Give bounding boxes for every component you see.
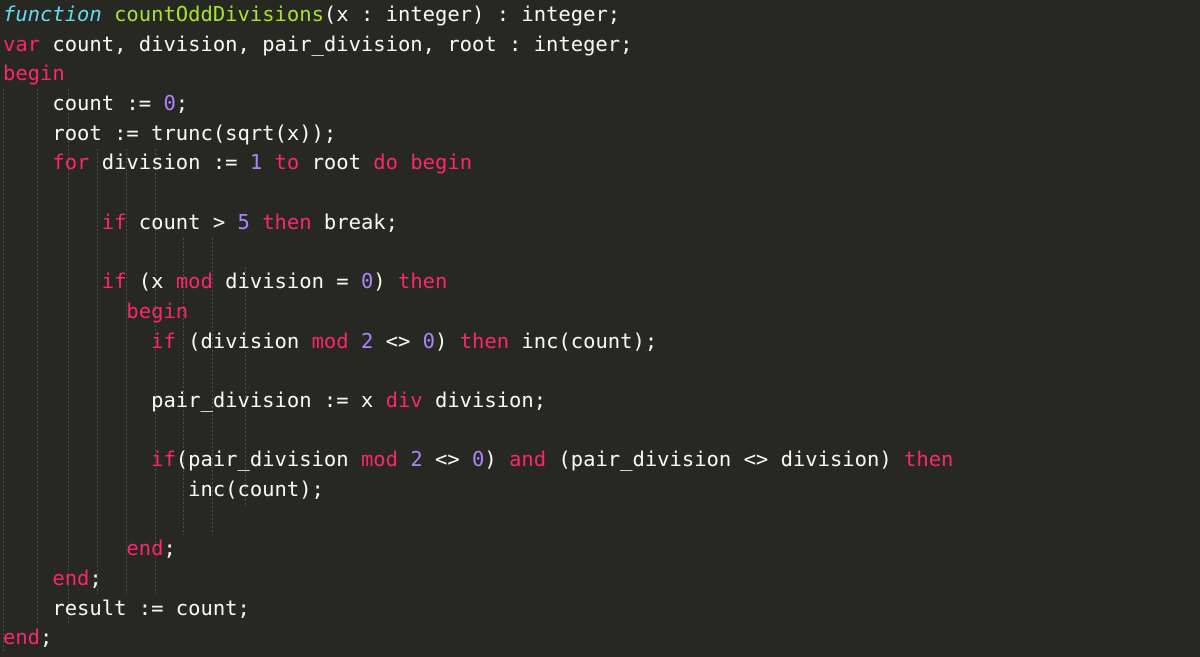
code-token-num: 2 (360, 328, 374, 353)
code-token-kw: mod (175, 269, 213, 294)
code-token-num: 0 (360, 269, 374, 294)
code-line[interactable]: begin (0, 59, 1200, 89)
code-token-plain: division; (422, 387, 547, 412)
code-token-plain: ; (175, 91, 189, 116)
code-token-plain: result := count; (3, 595, 250, 620)
code-line[interactable] (0, 238, 1200, 268)
code-line[interactable]: root := trunc(sqrt(x)); (0, 119, 1200, 149)
code-token-plain: ; (89, 566, 102, 591)
code-token-plain: root := trunc(sqrt(x)); (3, 120, 337, 145)
code-token-kw: mod (360, 447, 398, 472)
code-token-kw: for (52, 150, 90, 175)
code-line[interactable]: pair_division := x div division; (0, 386, 1200, 416)
code-token-kw: if (101, 269, 127, 294)
code-token-plain: break; (311, 209, 398, 234)
code-token-plain: count > (126, 209, 238, 234)
code-token-plain: root (299, 150, 374, 175)
code-token-plain: <> (373, 328, 423, 353)
code-line[interactable]: end; (0, 564, 1200, 594)
code-token-plain: division = (212, 269, 361, 294)
code-line[interactable]: end; (0, 534, 1200, 564)
code-token-kw: if (151, 328, 176, 353)
code-editor[interactable]: function countOddDivisions(x : integer) … (0, 0, 1200, 657)
code-line[interactable]: begin (0, 297, 1200, 327)
code-token-plain: ; (163, 536, 176, 561)
code-token-kw: mod (311, 328, 349, 353)
code-token-num: 1 (249, 150, 263, 175)
code-token-kw: begin (126, 298, 189, 323)
code-line[interactable] (0, 505, 1200, 535)
code-token-kw: end (3, 625, 41, 650)
code-line[interactable]: inc(count); (0, 475, 1200, 505)
code-token-plain: count, division, pair_division, root : i… (40, 31, 633, 56)
code-line[interactable] (0, 416, 1200, 446)
code-token-kw: if (101, 209, 127, 234)
code-token-plain: (x (126, 269, 176, 294)
code-line[interactable] (0, 178, 1200, 208)
code-token-plain: <> (422, 447, 473, 472)
code-line[interactable]: function countOddDivisions(x : integer) … (0, 0, 1200, 30)
code-token-kw: do (373, 150, 398, 175)
code-content[interactable]: function countOddDivisions(x : integer) … (0, 0, 1200, 653)
code-token-plain: inc(count); (509, 328, 658, 353)
code-token-num: 0 (163, 91, 176, 116)
code-token-kw: if (151, 447, 176, 472)
code-token-kw: var (3, 31, 41, 56)
code-line[interactable]: end; (0, 623, 1200, 653)
code-token-kw: begin (3, 61, 65, 86)
code-token-fn: countOddDivisions (114, 2, 324, 26)
code-token-kw: then (397, 269, 448, 294)
code-token-kw: then (459, 328, 510, 353)
code-line[interactable]: result := count; (0, 594, 1200, 624)
code-line[interactable]: count := 0; (0, 89, 1200, 119)
code-token-plain: count := (3, 91, 164, 116)
code-token-kw: then (262, 209, 312, 234)
code-token-num: 0 (472, 447, 485, 472)
code-token-plain: (division (175, 328, 312, 353)
code-token-kw: then (904, 447, 954, 472)
code-token-plain: ; (40, 625, 53, 650)
code-token-kw: begin (410, 150, 473, 175)
code-line[interactable]: if (division mod 2 <> 0) then inc(count)… (0, 327, 1200, 357)
code-token-plain: ) (484, 447, 510, 472)
code-line[interactable]: if count > 5 then break; (0, 208, 1200, 238)
code-line[interactable]: var count, division, pair_division, root… (0, 30, 1200, 60)
code-token-plain: division := (89, 150, 250, 175)
code-line[interactable]: if(pair_division mod 2 <> 0) and (pair_d… (0, 445, 1200, 475)
code-token-plain: pair_division := x (3, 387, 386, 412)
code-line[interactable]: if (x mod division = 0) then (0, 267, 1200, 297)
code-token-kw: div (385, 387, 423, 412)
code-token-plain: (x : integer) : integer; (323, 2, 621, 26)
code-token-kw-ital: function (3, 2, 102, 26)
code-token-plain: inc(count); (3, 477, 324, 501)
code-token-plain: (pair_division <> division) (546, 447, 905, 472)
code-token-num: 5 (237, 209, 250, 234)
code-token-kw: to (274, 150, 300, 175)
code-token-kw: end (126, 536, 164, 561)
code-token-kw: end (52, 566, 90, 591)
code-line[interactable]: for division := 1 to root do begin (0, 148, 1200, 178)
code-token-plain: (pair_division (175, 447, 361, 472)
code-token-plain: ) (435, 328, 460, 353)
code-line[interactable] (0, 356, 1200, 386)
code-token-plain: ) (373, 269, 398, 294)
code-token-kw: and (509, 447, 547, 472)
code-token-num: 0 (422, 328, 435, 353)
code-token-num: 2 (410, 447, 423, 472)
